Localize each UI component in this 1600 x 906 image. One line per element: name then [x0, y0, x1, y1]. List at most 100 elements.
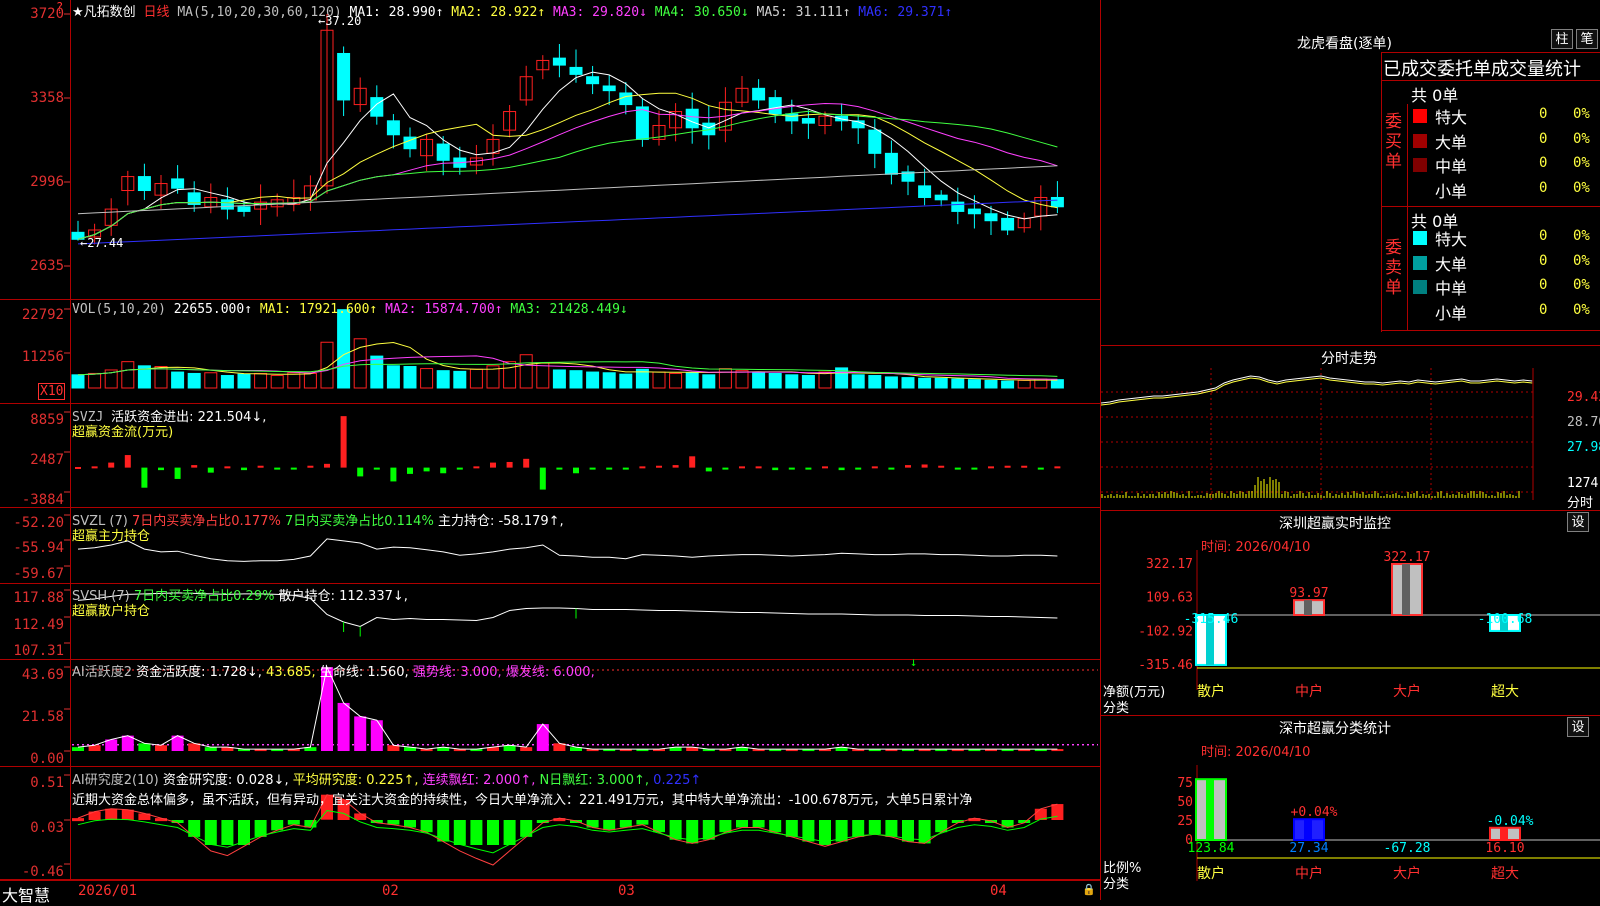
- volume-bar: [1017, 379, 1031, 389]
- classstat-value-label: 27.34: [1289, 841, 1328, 856]
- vol-value: 22655.000↑: [173, 302, 253, 317]
- sell-row-name: 大单: [1435, 254, 1468, 274]
- candle-body: [801, 118, 815, 124]
- fund-flow-bar: [938, 465, 945, 468]
- brand-label: 大智慧: [2, 886, 51, 905]
- fund-flow-bar: [1054, 466, 1061, 469]
- volume-bar: [469, 368, 483, 389]
- classstat-value-label: -67.28: [1384, 841, 1431, 856]
- volume-bar: [320, 341, 334, 389]
- fund-flow-bar: [672, 465, 679, 468]
- candle-body: [237, 206, 251, 212]
- stock-title[interactable]: ★凡拓数创: [72, 5, 136, 20]
- volume-bar: [536, 362, 550, 389]
- candle-body: [967, 208, 981, 215]
- research-bar: [719, 820, 732, 833]
- activity-bar: [138, 743, 151, 751]
- date-axis-bar[interactable]: 大智慧 2026/01 02 03 04 🔒: [0, 880, 1100, 905]
- fund-flow-bar: [340, 416, 347, 468]
- ai1-e: 爆发线: 6.000,: [505, 665, 595, 680]
- ai2-y-label: -0.46: [21, 864, 64, 880]
- fenshi-y: 27.98: [1567, 440, 1600, 455]
- research-bar: [752, 820, 765, 828]
- sell-row-value: 0: [1539, 228, 1548, 244]
- buy-row-value: 0: [1539, 179, 1548, 196]
- vol-header: VOL(5,10,20) 22655.000↑ MA1: 17921.600↑ …: [72, 302, 628, 317]
- fenshi-title: 分时走势: [1321, 351, 1377, 367]
- buy-row-value: 0: [1539, 106, 1548, 122]
- volume-bar: [669, 372, 683, 389]
- tick-mode-button[interactable]: 笔: [1576, 29, 1598, 49]
- candle-body: [1001, 217, 1015, 231]
- fund-flow-bar: [689, 456, 696, 468]
- sell-side-label: 委卖单: [1385, 238, 1402, 298]
- ai2-c: 连续飘红: 2.000↑,: [422, 773, 536, 788]
- date-label: 2026/01: [78, 883, 138, 899]
- bar-mode-button[interactable]: 柱: [1551, 29, 1573, 49]
- sell-row-value: 0: [1539, 301, 1548, 318]
- fund-flow-bar: [473, 466, 480, 469]
- candle-body: [370, 97, 384, 117]
- fund-flow-bar: [838, 467, 845, 471]
- ma2-line: [77, 92, 1058, 240]
- intraday-chart[interactable]: [1101, 368, 1600, 508]
- research-bar: [769, 820, 782, 833]
- vol-ma1: MA1: 17921.600↑: [259, 302, 378, 317]
- fund-flow-bar: [954, 467, 961, 470]
- volume-bar: [718, 368, 732, 389]
- sell-row-pct: 0%: [1573, 301, 1590, 318]
- period-label[interactable]: 日线: [143, 5, 169, 20]
- kline-chart-area[interactable]: ↓ ? ★凡拓数创 日线 MA(5,10,20,30,60,120) MA1: …: [0, 0, 1100, 880]
- fund-flow-bar: [257, 465, 264, 468]
- volume-bar: [951, 378, 965, 389]
- fund-flow-bar: [722, 467, 729, 470]
- volume-bar: [204, 372, 218, 389]
- volume-bar: [702, 374, 716, 389]
- fund-flow-bar: [274, 467, 281, 470]
- fund-flow-bar: [191, 465, 198, 468]
- volume-bar: [420, 368, 434, 389]
- volume-bar: [403, 366, 417, 389]
- candle-body: [768, 97, 782, 115]
- ai2-y-label: 0.51: [30, 775, 64, 791]
- svzl-sub: 超赢主力持仓: [72, 529, 151, 544]
- lhb-box-mid: [1381, 206, 1600, 207]
- sell-row-name: 中单: [1435, 279, 1468, 298]
- buy-row-name: 大单: [1435, 132, 1468, 152]
- candle-body: [918, 185, 932, 198]
- fund-flow-bar: [124, 455, 131, 468]
- fund-flow-bar: [888, 467, 895, 470]
- volume-bar: [88, 372, 102, 389]
- candle-body: [386, 120, 400, 136]
- classstat-value-label: 16.10: [1485, 841, 1524, 856]
- fund-flow-bar: [440, 467, 447, 474]
- fund-flow-bar: [739, 466, 745, 469]
- lhb-title: 龙虎看盘(逐单): [1297, 36, 1392, 52]
- sell-row-pct: 0%: [1573, 252, 1590, 269]
- svzl-y-label: -55.94: [13, 540, 64, 556]
- lock-icon[interactable]: 🔒: [1082, 883, 1096, 896]
- monitor-category: 超大: [1491, 684, 1519, 700]
- ai1-y-label: 0.00: [30, 751, 64, 767]
- ai1-a: 资金活跃度: 1.728↓,: [136, 665, 262, 680]
- svzl-line: [77, 538, 1058, 562]
- volume-bar: [1001, 380, 1015, 389]
- fund-flow-bar: [988, 466, 994, 469]
- vol-label[interactable]: VOL(5,10,20): [72, 302, 166, 317]
- activity-bar: [72, 747, 84, 751]
- volume-bar: [303, 372, 317, 389]
- fund-flow-bar: [75, 466, 81, 469]
- vol-y-label: 22792: [21, 307, 64, 323]
- candle-body: [436, 143, 450, 161]
- volume-bar: [934, 377, 948, 389]
- sell-row-value: 0: [1539, 277, 1548, 293]
- ai2-d: N日飘红: 3.000↑,: [539, 773, 650, 788]
- ai2-label[interactable]: AI研究度2(10): [72, 773, 159, 788]
- fund-flow-bar: [324, 463, 330, 468]
- candle-body: [602, 85, 616, 92]
- ai1-label[interactable]: AI活跃度2: [72, 665, 132, 680]
- candle-body: [752, 87, 766, 101]
- research-bar: [868, 820, 881, 835]
- research-bar: [736, 820, 748, 828]
- lhb-tabs[interactable]: 已成交委托单成交量统计: [1383, 55, 1581, 81]
